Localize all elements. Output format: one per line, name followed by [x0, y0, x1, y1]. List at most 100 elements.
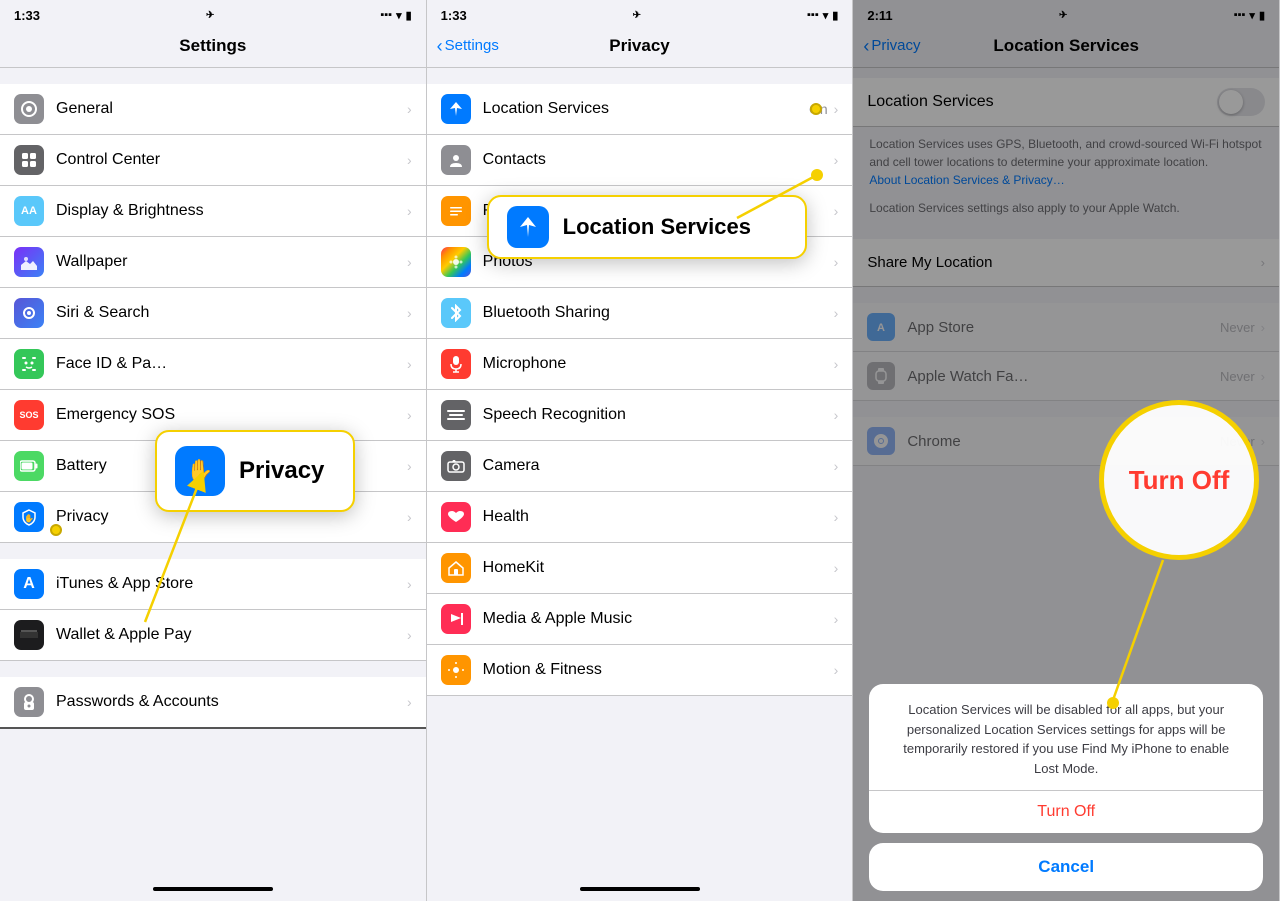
homekit-icon — [441, 553, 471, 583]
photos-chevron: › — [834, 254, 839, 270]
privacy-callout: ✋ Privacy — [155, 430, 355, 512]
privacy-icon: ✋ — [14, 502, 44, 532]
status-bar-1: 1:33 ✈ ▪▪▪ ▾ ▮ — [0, 0, 426, 28]
motion-icon — [441, 655, 471, 685]
nav-title-2: Privacy — [609, 36, 670, 56]
homekit-label: HomeKit — [483, 559, 834, 577]
location-arrow-2: ✈ — [633, 10, 641, 21]
privacy-item-homekit[interactable]: HomeKit › — [427, 543, 853, 594]
location-icon — [441, 94, 471, 124]
alert-text: Location Services will be disabled for a… — [889, 700, 1243, 778]
callout-label: Privacy — [239, 457, 324, 485]
controlcenter-chevron: › — [407, 152, 412, 168]
privacy-item-bluetooth[interactable]: Bluetooth Sharing › — [427, 288, 853, 339]
signal-icon-2: ▪▪▪ — [807, 9, 819, 21]
speech-label: Speech Recognition — [483, 406, 834, 424]
settings-item-display[interactable]: AA Display & Brightness › — [0, 186, 426, 237]
general-label: General — [56, 100, 407, 118]
bluetooth-chevron: › — [834, 305, 839, 321]
privacy-item-microphone[interactable]: Microphone › — [427, 339, 853, 390]
camera-chevron: › — [834, 458, 839, 474]
alert-body: Location Services will be disabled for a… — [869, 684, 1263, 790]
settings-item-siri[interactable]: Siri & Search › — [0, 288, 426, 339]
itunes-label: iTunes & App Store — [56, 575, 407, 593]
faceid-chevron: › — [407, 356, 412, 372]
location-label: Location Services — [483, 100, 809, 118]
wallpaper-icon — [14, 247, 44, 277]
reminders-icon — [441, 196, 471, 226]
faceid-label: Face ID & Pa… — [56, 355, 407, 373]
status-bar-2: 1:33 ✈ ▪▪▪ ▾ ▮ — [427, 0, 853, 28]
settings-item-passwords[interactable]: Passwords & Accounts › — [0, 677, 426, 729]
faceid-icon — [14, 349, 44, 379]
microphone-icon — [441, 349, 471, 379]
general-chevron: › — [407, 101, 412, 117]
bluetooth-label: Bluetooth Sharing — [483, 304, 834, 322]
wifi-icon-1: ▾ — [396, 9, 402, 22]
bluetooth-icon — [441, 298, 471, 328]
display-icon: AA — [14, 196, 44, 226]
alert-dialog: Location Services will be disabled for a… — [869, 684, 1263, 833]
health-chevron: › — [834, 509, 839, 525]
display-label: Display & Brightness — [56, 202, 407, 220]
privacy-item-motion[interactable]: Motion & Fitness › — [427, 645, 853, 696]
privacy-item-location[interactable]: Location Services On › — [427, 84, 853, 135]
settings-item-itunes[interactable]: A iTunes & App Store › — [0, 559, 426, 610]
media-icon — [441, 604, 471, 634]
media-label: Media & Apple Music — [483, 610, 834, 628]
cancel-container: Cancel — [869, 843, 1263, 891]
privacy-item-media[interactable]: Media & Apple Music › — [427, 594, 853, 645]
back-settings[interactable]: ‹ Settings — [437, 37, 499, 55]
location-arrow-1: ✈ — [206, 10, 214, 21]
controlcenter-label: Control Center — [56, 151, 407, 169]
privacy-item-speech[interactable]: Speech Recognition › — [427, 390, 853, 441]
settings-list-2[interactable]: Location Services On › Contacts › Remind… — [427, 68, 853, 881]
general-icon — [14, 94, 44, 124]
home-bar-1 — [153, 887, 273, 891]
settings-item-wallpaper[interactable]: Wallpaper › — [0, 237, 426, 288]
nav-title-1: Settings — [179, 36, 246, 56]
media-chevron: › — [834, 611, 839, 627]
contacts-icon — [441, 145, 471, 175]
settings-item-wallet[interactable]: Wallet & Apple Pay › — [0, 610, 426, 661]
privacy-item-contacts[interactable]: Contacts › — [427, 135, 853, 186]
motion-label: Motion & Fitness — [483, 661, 834, 679]
speech-chevron: › — [834, 407, 839, 423]
homekit-chevron: › — [834, 560, 839, 576]
panel-settings: 1:33 ✈ ▪▪▪ ▾ ▮ Settings General › Contro… — [0, 0, 427, 901]
home-indicator-1 — [0, 881, 426, 901]
turnoff-circle-text: Turn Off — [1129, 465, 1230, 496]
privacy-item-camera[interactable]: Camera › — [427, 441, 853, 492]
privacy-item-health[interactable]: Health › — [427, 492, 853, 543]
settings-item-general[interactable]: General › — [0, 84, 426, 135]
alert-turnoff-btn[interactable]: Turn Off — [869, 790, 1263, 833]
location-callout-icon-wrap — [507, 206, 549, 248]
health-label: Health — [483, 508, 834, 526]
wallpaper-label: Wallpaper — [56, 253, 407, 271]
status-icons-2: ▪▪▪ ▾ ▮ — [807, 9, 838, 22]
settings-item-faceid[interactable]: Face ID & Pa… › — [0, 339, 426, 390]
emergency-icon: SOS — [14, 400, 44, 430]
panel-privacy: 1:33 ✈ ▪▪▪ ▾ ▮ ‹ Settings Privacy Locati… — [427, 0, 854, 901]
microphone-label: Microphone — [483, 355, 834, 373]
location-callout: Location Services — [487, 195, 807, 259]
battery-icon-2: ▮ — [832, 9, 838, 22]
siri-icon — [14, 298, 44, 328]
wallpaper-chevron: › — [407, 254, 412, 270]
home-bar-2 — [580, 887, 700, 891]
cancel-label: Cancel — [1038, 857, 1094, 876]
settings-item-controlcenter[interactable]: Control Center › — [0, 135, 426, 186]
callout-icon-wrap: ✋ — [175, 446, 225, 496]
time-2: 1:33 — [441, 8, 467, 23]
back-settings-label[interactable]: Settings — [445, 37, 499, 54]
contacts-chevron: › — [834, 152, 839, 168]
wifi-icon-2: ▾ — [823, 9, 829, 22]
siri-chevron: › — [407, 305, 412, 321]
nav-bar-2: ‹ Settings Privacy — [427, 28, 853, 68]
battery-icon-1: ▮ — [406, 9, 412, 22]
camera-icon — [441, 451, 471, 481]
controlcenter-icon — [14, 145, 44, 175]
turnoff-circle-annotation: Turn Off — [1099, 400, 1259, 560]
cancel-button[interactable]: Cancel — [869, 843, 1263, 891]
passwords-label: Passwords & Accounts — [56, 693, 407, 711]
